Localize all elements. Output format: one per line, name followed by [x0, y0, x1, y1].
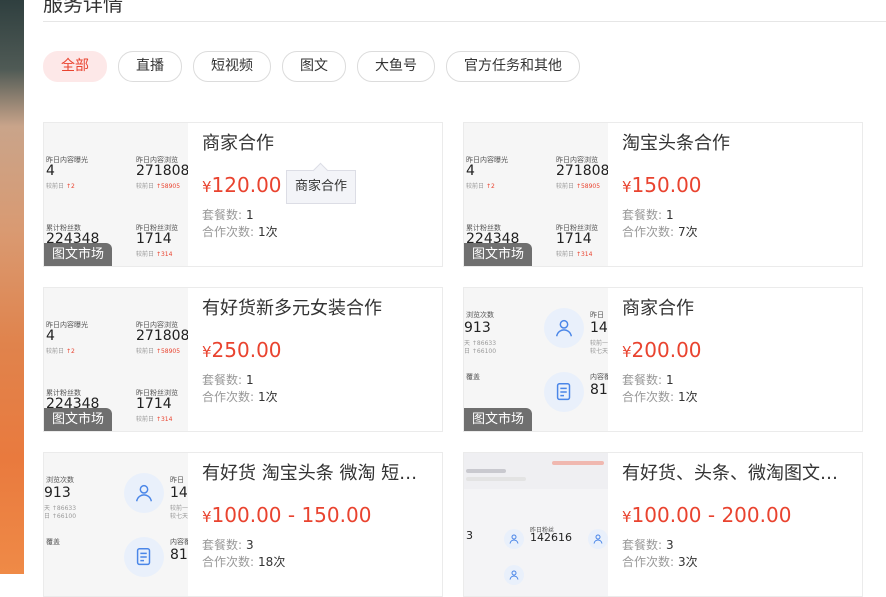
- card-title: 有好货、头条、微淘图文推...: [622, 463, 854, 484]
- stat-value: 142616: [530, 531, 572, 544]
- market-badge: 图文市场: [464, 243, 533, 266]
- stat-sub: 较前日 ↑314: [556, 251, 593, 258]
- market-badge: 图文市场: [464, 408, 533, 431]
- tab-image-text[interactable]: 图文: [282, 51, 346, 82]
- card-thumbnail-icons: 浏览次数 913 天 ↑86633 日 ↑66100 昨日 146 较前一 较七…: [44, 453, 188, 596]
- tab-live[interactable]: 直播: [118, 51, 182, 82]
- stat-value: 146: [170, 485, 188, 501]
- card-title: 商家合作: [622, 298, 694, 319]
- stat-sub: 较前日 ↑58905: [136, 183, 181, 190]
- stat-label: 覆盖: [46, 538, 60, 546]
- stat-sub: 较前日 ↑314: [136, 416, 173, 423]
- stat-label: 浏览次数: [46, 476, 74, 484]
- stat-sub: 较前日 ↑2: [46, 183, 75, 190]
- stat-label: 覆盖: [466, 373, 480, 381]
- card-meta: 套餐数: 3 合作次数: 18次: [202, 538, 286, 569]
- left-background-strip: [0, 0, 24, 574]
- card-price: ¥100.00 - 200.00: [622, 503, 792, 527]
- stat-value: 1714: [556, 231, 592, 247]
- service-card[interactable]: 昨日内容曝光 4 较前日 ↑2 昨日内容浏览 271808 较前日 ↑58905…: [463, 122, 863, 267]
- user-icon: [504, 529, 524, 549]
- stat-value: 271808: [556, 163, 608, 179]
- card-price: ¥250.00: [202, 338, 282, 362]
- stat-sub: 日 ↑66100: [464, 348, 497, 355]
- stat-label: 昨日: [590, 311, 604, 319]
- service-card[interactable]: 昨日内容曝光 4 较前日 ↑2 昨日内容浏览 271808 较前日 ↑58905…: [43, 122, 443, 267]
- tab-official-tasks[interactable]: 官方任务和其他: [446, 51, 580, 82]
- tab-short-video[interactable]: 短视频: [193, 51, 271, 82]
- card-title: 有好货新多元女装合作: [202, 298, 382, 319]
- card-price: ¥150.00: [622, 173, 702, 197]
- stat-sub: 较七天: [590, 348, 608, 355]
- stat-value: 1714: [136, 231, 172, 247]
- title-tooltip: 商家合作: [286, 170, 357, 204]
- stat-value: 814: [590, 382, 608, 398]
- stat-value: 814: [170, 547, 188, 563]
- service-card[interactable]: 昨日内容曝光 4 较前日 ↑2 昨日内容浏览 271808 较前日 ↑58905…: [43, 287, 443, 432]
- card-thumbnail-stats: 昨日内容曝光 4 较前日 ↑2 昨日内容浏览 271808 较前日 ↑58905…: [44, 288, 188, 431]
- stat-value: 4: [466, 163, 475, 179]
- card-price: ¥100.00 - 150.00: [202, 503, 372, 527]
- card-meta: 套餐数: 3 合作次数: 3次: [622, 538, 698, 569]
- card-title: 淘宝头条合作: [622, 133, 730, 154]
- card-thumbnail-icons: 浏览次数 913 天 ↑86633 日 ↑66100 昨日 146 较前一 较七…: [464, 288, 608, 431]
- dashboard-bar: [552, 461, 604, 465]
- stat-value: 913: [44, 485, 71, 501]
- stat-sub: 较前日 ↑58905: [556, 183, 601, 190]
- stat-value: 4: [46, 163, 55, 179]
- market-badge: 图文市场: [44, 243, 113, 266]
- user-icon: [124, 473, 164, 513]
- tab-all[interactable]: 全部: [43, 51, 107, 82]
- stat-label: 昨日: [170, 476, 184, 484]
- stat-value: 4: [46, 328, 55, 344]
- stat-value: 146: [590, 320, 608, 336]
- card-meta: 套餐数: 1 合作次数: 7次: [622, 208, 698, 239]
- dashboard-bar: [466, 469, 506, 473]
- service-card[interactable]: 浏览次数 913 天 ↑86633 日 ↑66100 昨日 146 较前一 较七…: [43, 452, 443, 597]
- dashboard-bar: [466, 477, 526, 481]
- tab-dayu[interactable]: 大鱼号: [357, 51, 435, 82]
- market-badge: 图文市场: [44, 408, 113, 431]
- category-tabs: 全部 直播 短视频 图文 大鱼号 官方任务和其他: [43, 51, 580, 82]
- section-title: 服务详情: [43, 0, 123, 16]
- card-price: ¥200.00: [622, 338, 702, 362]
- stat-label: 内容覆: [590, 373, 608, 381]
- stat-value: 271808: [136, 328, 188, 344]
- card-thumbnail-stats: 昨日内容曝光 4 较前日 ↑2 昨日内容浏览 271808 较前日 ↑58905…: [44, 123, 188, 266]
- stat-sub: 较前日 ↑314: [136, 251, 173, 258]
- stat-sub: 日 ↑66100: [44, 513, 77, 520]
- user-icon: [588, 529, 608, 549]
- service-card[interactable]: 3 昨日粉丝 142616 有好货、头条、微淘图文推... ¥100.00 - …: [463, 452, 863, 597]
- card-title: 有好货 淘宝头条 微淘 短视...: [202, 463, 434, 484]
- stat-label: 浏览次数: [466, 311, 494, 319]
- stat-value: 913: [464, 320, 491, 336]
- card-meta: 套餐数: 1 合作次数: 1次: [202, 373, 278, 404]
- card-title: 商家合作: [202, 133, 274, 154]
- card-thumbnail-dashboard: 3 昨日粉丝 142616: [464, 453, 608, 596]
- document-icon: [544, 372, 584, 412]
- stat-sub: 较前日 ↑2: [466, 183, 495, 190]
- user-icon: [504, 565, 524, 585]
- service-card[interactable]: 浏览次数 913 天 ↑86633 日 ↑66100 昨日 146 较前一 较七…: [463, 287, 863, 432]
- stat-value: 271808: [136, 163, 188, 179]
- card-thumbnail-stats: 昨日内容曝光 4 较前日 ↑2 昨日内容浏览 271808 较前日 ↑58905…: [464, 123, 608, 266]
- stat-sub: 较七天: [170, 513, 188, 520]
- divider: [43, 21, 886, 22]
- document-icon: [124, 537, 164, 577]
- user-icon: [544, 308, 584, 348]
- card-meta: 套餐数: 1 合作次数: 1次: [622, 373, 698, 404]
- stat-value: 3: [466, 529, 473, 542]
- stat-label: 内容覆: [170, 538, 188, 546]
- stat-sub: 较前日 ↑2: [46, 348, 75, 355]
- stat-sub: 较前日 ↑58905: [136, 348, 181, 355]
- stat-value: 1714: [136, 396, 172, 412]
- card-meta: 套餐数: 1 合作次数: 1次: [202, 208, 278, 239]
